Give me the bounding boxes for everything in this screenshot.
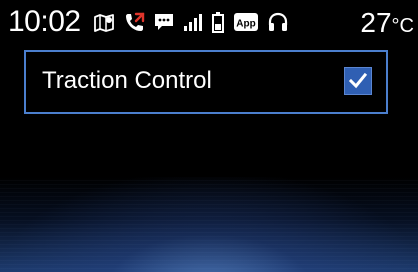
map-icon (93, 10, 115, 34)
traction-control-row[interactable]: Traction Control (24, 50, 388, 114)
clock: 10:02 (8, 5, 81, 38)
missed-call-icon (123, 10, 145, 34)
headset-icon (267, 10, 289, 34)
temperature-value: 27 (360, 7, 392, 38)
status-icons: App (93, 10, 289, 34)
background-glow (0, 177, 418, 272)
screen: 10:02 App 27°C Traction Control (0, 0, 418, 272)
battery-icon (211, 10, 225, 34)
message-icon (153, 10, 175, 34)
checkmark-icon (348, 72, 368, 89)
traction-control-label: Traction Control (42, 67, 212, 94)
app-icon-label: App (236, 19, 255, 30)
status-bar: 10:02 App 27°C (0, 0, 418, 44)
traction-control-checkbox[interactable] (344, 67, 372, 95)
temperature-unit: °C (391, 15, 414, 37)
temperature: 27°C (360, 6, 414, 43)
signal-icon (183, 10, 203, 34)
app-icon: App (233, 10, 259, 34)
